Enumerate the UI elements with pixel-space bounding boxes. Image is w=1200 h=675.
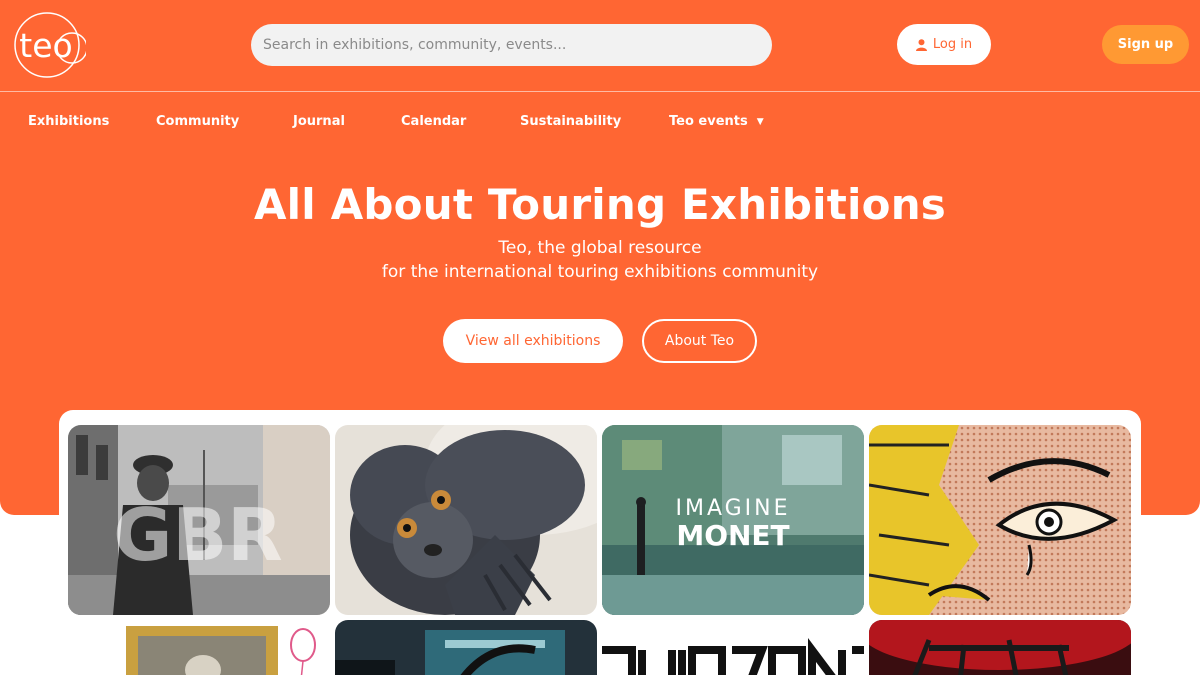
exhibition-image: [602, 620, 864, 675]
nav-calendar-label: Calendar: [401, 114, 467, 129]
nav-calendar[interactable]: Calendar: [401, 114, 466, 129]
view-all-exhibitions-button[interactable]: View all exhibitions: [443, 319, 623, 363]
search-input[interactable]: [251, 24, 772, 66]
exhibition-tile[interactable]: [869, 425, 1131, 615]
exhibition-tile[interactable]: [869, 620, 1131, 675]
svg-text:GBR: GBR: [113, 493, 282, 577]
exhibition-tile[interactable]: [335, 620, 597, 675]
exhibition-image: [335, 620, 597, 675]
exhibition-image: [68, 620, 330, 675]
nav-sustainability-label: Sustainability: [520, 114, 622, 129]
page-title: All About Touring Exhibitions: [253, 180, 947, 229]
svg-text:MONET: MONET: [676, 519, 789, 552]
hero-subtitle-line2: for the international touring exhibition…: [381, 262, 819, 282]
teo-logo[interactable]: teo: [12, 12, 86, 78]
exhibition-image: IMAGINE MONET: [602, 425, 864, 615]
view-all-exhibitions-label: View all exhibitions: [465, 333, 601, 349]
nav-teo-events[interactable]: Teo events ▼: [669, 114, 764, 129]
login-button[interactable]: Log in: [897, 24, 991, 65]
hero-subtitle-line1: Teo, the global resource: [498, 238, 702, 258]
nav-community[interactable]: Community: [156, 114, 239, 129]
nav-community-label: Community: [156, 114, 240, 129]
header-divider: [0, 91, 1200, 92]
nav-exhibitions-label: Exhibitions: [28, 114, 110, 129]
user-icon: [915, 38, 927, 51]
exhibition-tile[interactable]: GBR: [68, 425, 330, 615]
logo-icon: teo: [14, 12, 86, 78]
exhibition-tile[interactable]: IMAGINE MONET: [602, 425, 864, 615]
exhibition-image: [869, 620, 1131, 675]
nav-sustainability[interactable]: Sustainability: [520, 114, 621, 129]
chevron-down-icon: ▼: [756, 117, 764, 127]
nav-teo-events-label: Teo events: [669, 114, 748, 129]
exhibition-image: [335, 425, 597, 615]
exhibition-tile[interactable]: [602, 620, 864, 675]
exhibition-image: GBR: [68, 425, 330, 615]
signup-label: Sign up: [1117, 37, 1174, 52]
exhibition-tile[interactable]: [335, 425, 597, 615]
about-teo-label: About Teo: [664, 333, 735, 349]
svg-text:IMAGINE: IMAGINE: [675, 496, 790, 521]
nav-journal-label: Journal: [293, 114, 345, 129]
exhibition-tile[interactable]: [68, 620, 330, 675]
login-label: Log in: [932, 37, 973, 52]
signup-button[interactable]: Sign up: [1102, 25, 1189, 64]
about-teo-button[interactable]: About Teo: [642, 319, 757, 363]
nav-exhibitions[interactable]: Exhibitions: [28, 114, 109, 129]
exhibition-image: [869, 425, 1131, 615]
nav-journal[interactable]: Journal: [293, 114, 345, 129]
svg-text:teo: teo: [19, 26, 72, 65]
